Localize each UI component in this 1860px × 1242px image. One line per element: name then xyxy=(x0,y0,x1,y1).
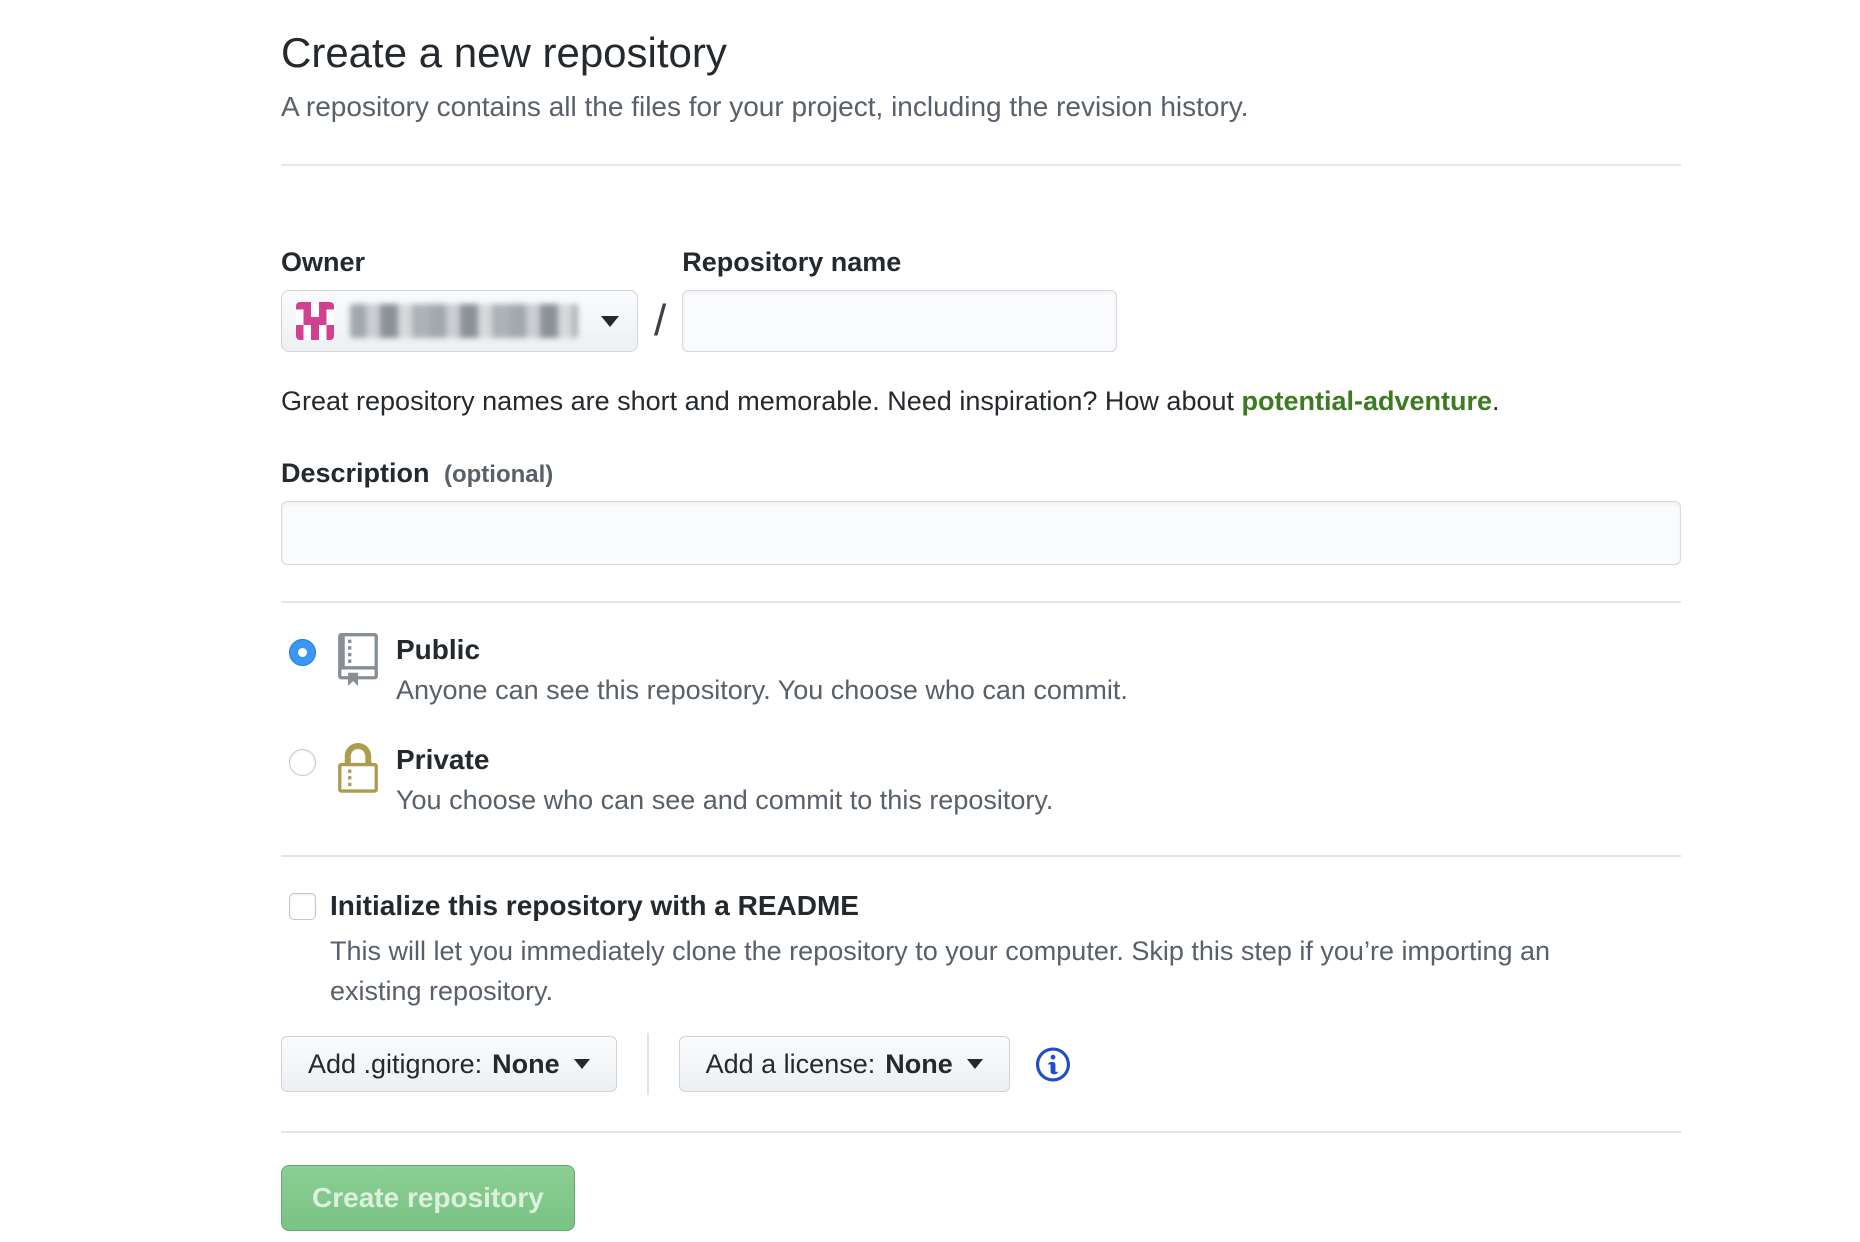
caret-down-icon xyxy=(601,316,619,327)
readme-checkbox[interactable] xyxy=(289,893,316,920)
gitignore-button-label: Add .gitignore: xyxy=(308,1049,482,1080)
lock-icon xyxy=(338,743,378,796)
caret-down-icon xyxy=(574,1059,590,1069)
readme-section: Initialize this repository with a README… xyxy=(281,889,1683,1011)
visibility-option-public[interactable]: Public Anyone can see this repository. Y… xyxy=(281,633,1683,707)
public-option-title: Public xyxy=(396,633,1128,667)
toolbar-divider xyxy=(647,1033,649,1095)
create-repository-button[interactable]: Create repository xyxy=(281,1165,575,1231)
public-option-description: Anyone can see this repository. You choo… xyxy=(396,673,1128,707)
repo-init-toolbar: Add .gitignore: None Add a license: None xyxy=(281,1033,1683,1095)
page-title: Create a new repository xyxy=(281,30,1683,76)
identicon-avatar xyxy=(296,302,334,340)
caret-down-icon xyxy=(967,1059,983,1069)
readme-description: This will let you immediately clone the … xyxy=(330,931,1620,1011)
private-option-text: Private You choose who can see and commi… xyxy=(396,743,1053,817)
gitignore-button-value: None xyxy=(492,1049,560,1080)
add-gitignore-button[interactable]: Add .gitignore: None xyxy=(281,1036,617,1092)
repo-book-icon xyxy=(338,633,378,686)
hint-period: . xyxy=(1492,386,1500,416)
public-option-text: Public Anyone can see this repository. Y… xyxy=(396,633,1128,707)
owner-field: Owner xyxy=(281,246,638,352)
section-divider xyxy=(281,1131,1681,1133)
license-button-label: Add a license: xyxy=(706,1049,876,1080)
visibility-option-private[interactable]: Private You choose who can see and commi… xyxy=(281,743,1683,817)
create-button-row: Create repository xyxy=(281,1165,1683,1241)
public-radio[interactable] xyxy=(289,639,316,666)
section-divider xyxy=(281,855,1681,857)
suggested-name-link[interactable]: potential-adventure xyxy=(1242,386,1493,416)
owner-select-button[interactable] xyxy=(281,290,638,352)
info-icon[interactable] xyxy=(1036,1045,1070,1084)
section-divider xyxy=(281,164,1681,166)
owner-repo-separator: / xyxy=(654,298,666,352)
description-input[interactable] xyxy=(281,501,1681,565)
owner-repo-row: Owner / Repository name xyxy=(281,246,1683,352)
readme-label: Initialize this repository with a README xyxy=(330,889,859,923)
owner-label: Owner xyxy=(281,246,638,278)
repository-name-field: Repository name xyxy=(682,246,1117,352)
create-repository-page: Create a new repository A repository con… xyxy=(0,0,1683,1241)
add-license-button[interactable]: Add a license: None xyxy=(679,1036,1010,1092)
description-label-row: Description (optional) xyxy=(281,458,1683,489)
license-button-value: None xyxy=(885,1049,953,1080)
description-label: Description xyxy=(281,458,430,488)
description-optional-note: (optional) xyxy=(444,461,553,488)
private-option-description: You choose who can see and commit to thi… xyxy=(396,783,1053,817)
owner-username-redacted xyxy=(350,304,578,338)
repository-name-label: Repository name xyxy=(682,246,1117,278)
section-divider xyxy=(281,601,1681,603)
hint-text: Great repository names are short and mem… xyxy=(281,386,1242,416)
readme-checkbox-row[interactable]: Initialize this repository with a README xyxy=(289,889,1683,923)
page-subtitle: A repository contains all the files for … xyxy=(281,90,1683,124)
private-radio[interactable] xyxy=(289,749,316,776)
repository-name-input[interactable] xyxy=(682,290,1117,352)
repository-name-hint: Great repository names are short and mem… xyxy=(281,384,1683,418)
private-option-title: Private xyxy=(396,743,1053,777)
